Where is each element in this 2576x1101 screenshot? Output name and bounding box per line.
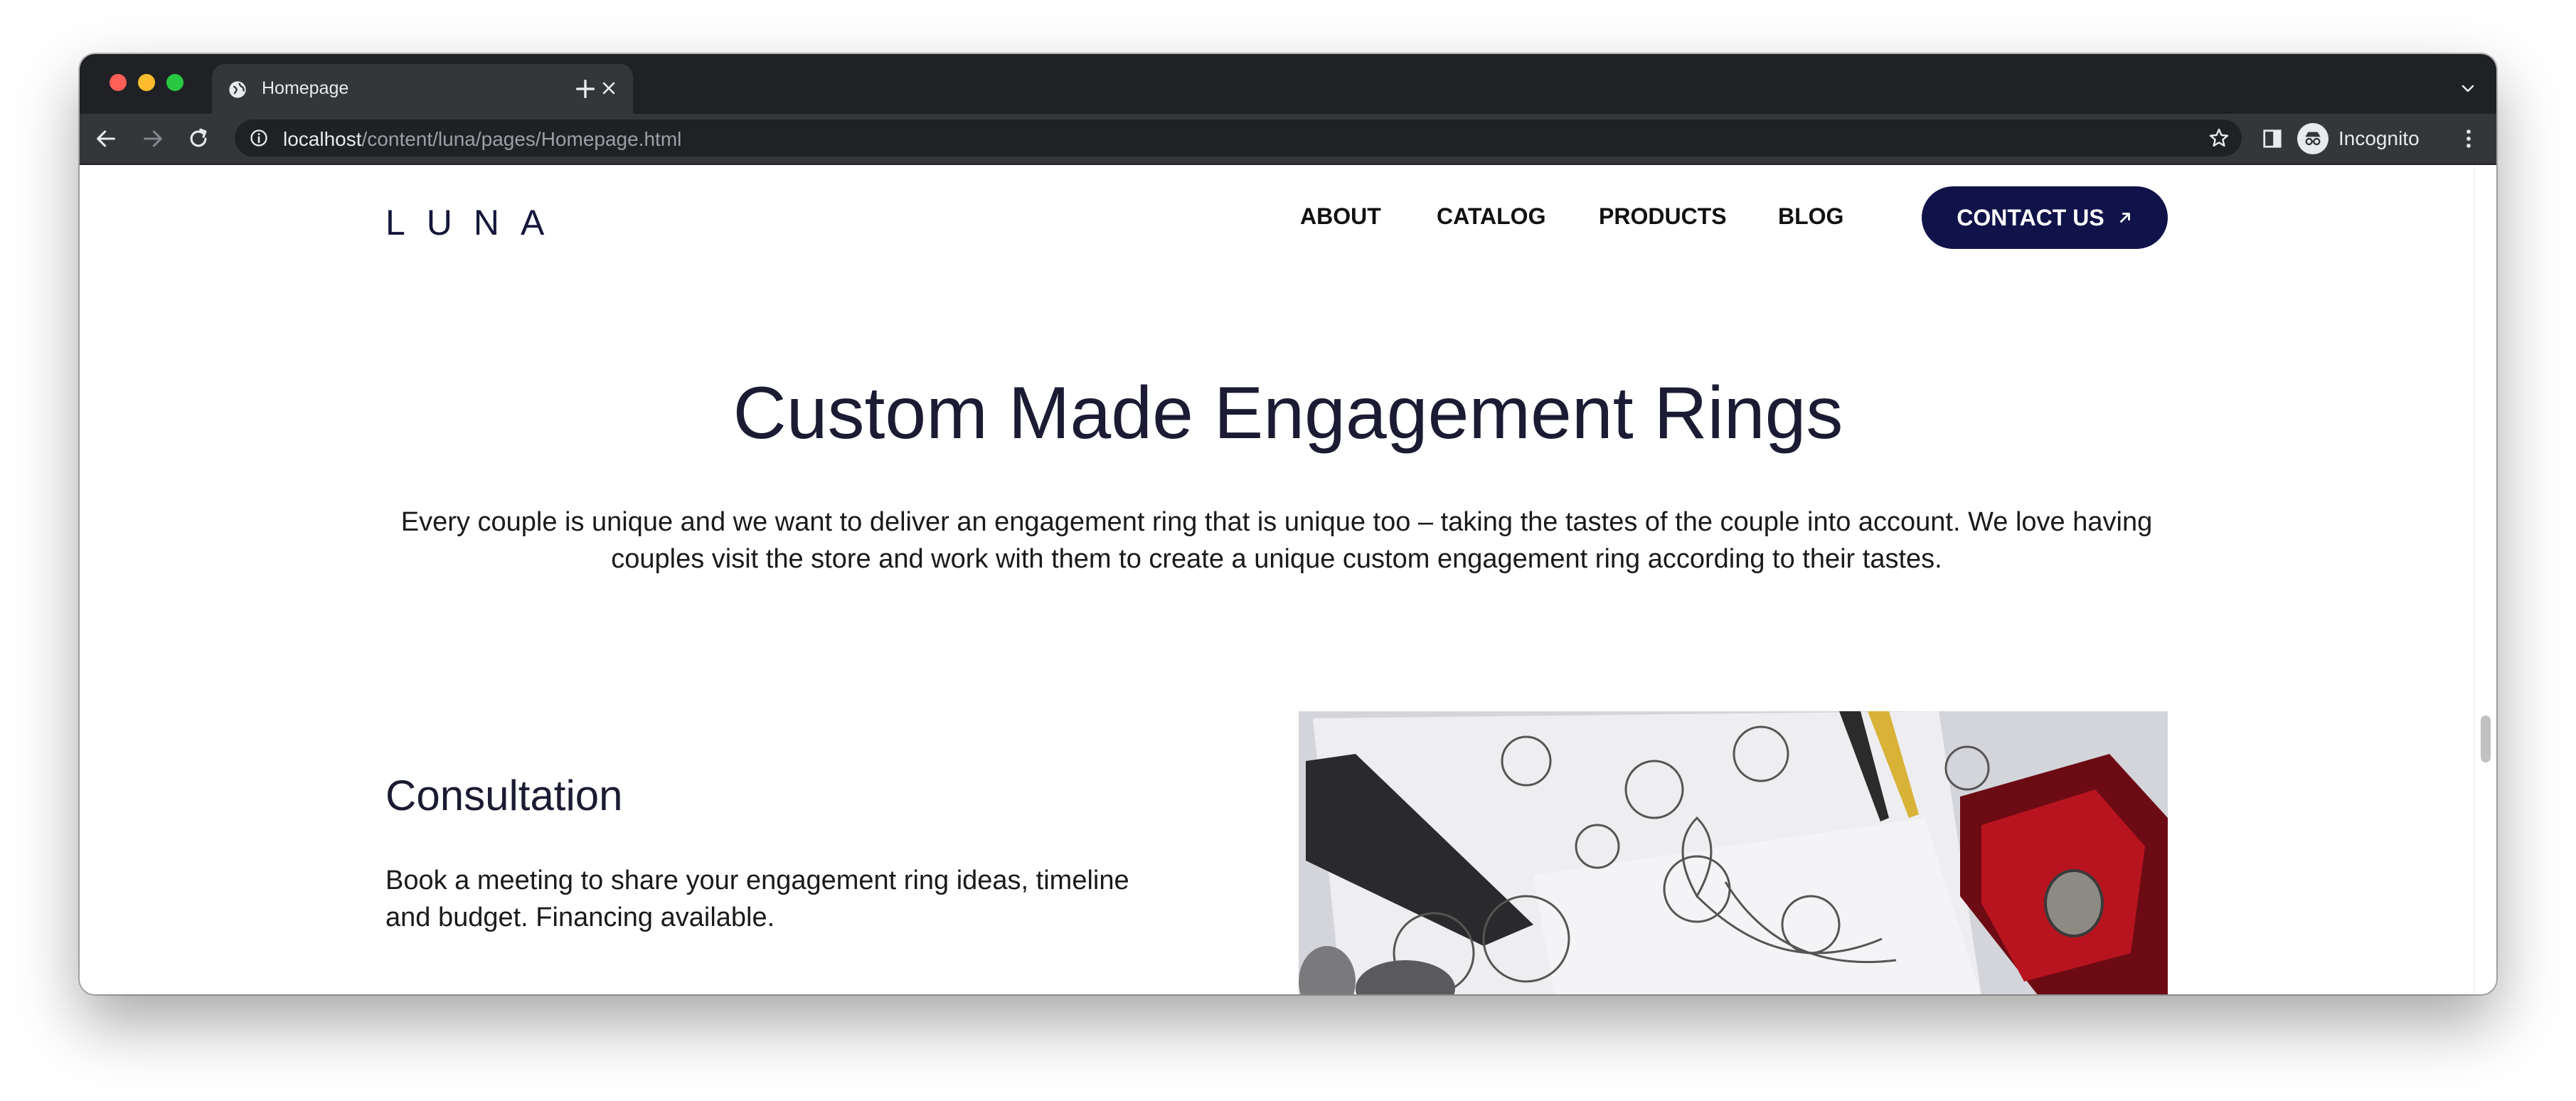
nav-blog[interactable]: BLOG <box>1778 203 1843 230</box>
tab-title: Homepage <box>262 78 349 98</box>
contact-us-button[interactable]: CONTACT US <box>1922 186 2168 249</box>
nav-catalog[interactable]: CATALOG <box>1437 203 1545 230</box>
address-bar[interactable]: localhost/content/luna/pages/Homepage.ht… <box>235 119 2242 156</box>
kebab-menu-icon[interactable] <box>2457 127 2481 151</box>
reload-icon[interactable] <box>186 127 211 151</box>
consultation-heading: Consultation <box>385 772 623 819</box>
url-host: localhost <box>283 128 362 150</box>
minimize-window-button[interactable] <box>138 74 155 91</box>
chevron-down-icon[interactable] <box>2459 80 2476 97</box>
intro-paragraph: Every couple is unique and we want to de… <box>400 507 2153 574</box>
incognito-icon <box>2297 123 2328 154</box>
nav-products[interactable]: PRODUCTS <box>1599 203 1727 230</box>
url-text[interactable]: localhost/content/luna/pages/Homepage.ht… <box>283 128 681 151</box>
contact-us-label: CONTACT US <box>1957 204 2104 230</box>
tab-homepage[interactable]: Homepage <box>212 64 633 114</box>
nav-about[interactable]: ABOUT <box>1300 203 1381 230</box>
arrow-up-right-icon <box>2119 213 2130 223</box>
scrollbar-thumb[interactable] <box>2481 716 2491 762</box>
incognito-label: Incognito <box>2338 127 2420 149</box>
ring-sketches-illustration <box>1299 711 2168 994</box>
site-logo[interactable]: LUNA <box>385 202 565 243</box>
page-scrollbar[interactable] <box>2474 165 2496 994</box>
page-viewport: LUNA ABOUT CATALOG PRODUCTS BLOG CONTACT… <box>80 165 2496 994</box>
close-window-button[interactable] <box>110 74 127 91</box>
profile-incognito[interactable]: Incognito <box>2297 121 2439 156</box>
url-path: /content/luna/pages/Homepage.html <box>361 128 682 150</box>
ring-sketches-image <box>1299 711 2168 994</box>
forward-arrow-icon[interactable] <box>141 127 165 151</box>
page-title: Custom Made Engagement Rings <box>733 372 1843 454</box>
info-icon[interactable] <box>249 128 269 148</box>
side-panel-icon[interactable] <box>2262 128 2283 149</box>
globe-icon <box>229 81 246 98</box>
maximize-window-button[interactable] <box>166 74 183 91</box>
consultation-paragraph: Book a meeting to share your engagement … <box>385 866 1129 932</box>
back-arrow-icon[interactable] <box>94 127 118 151</box>
star-icon[interactable] <box>2208 127 2230 149</box>
browser-window: Homepage localhost/content/luna/pages/Ho… <box>80 54 2496 994</box>
tab-strip: Homepage <box>80 54 2496 114</box>
plus-icon[interactable] <box>573 77 597 101</box>
close-icon[interactable] <box>599 78 619 98</box>
browser-toolbar: localhost/content/luna/pages/Homepage.ht… <box>80 114 2496 165</box>
